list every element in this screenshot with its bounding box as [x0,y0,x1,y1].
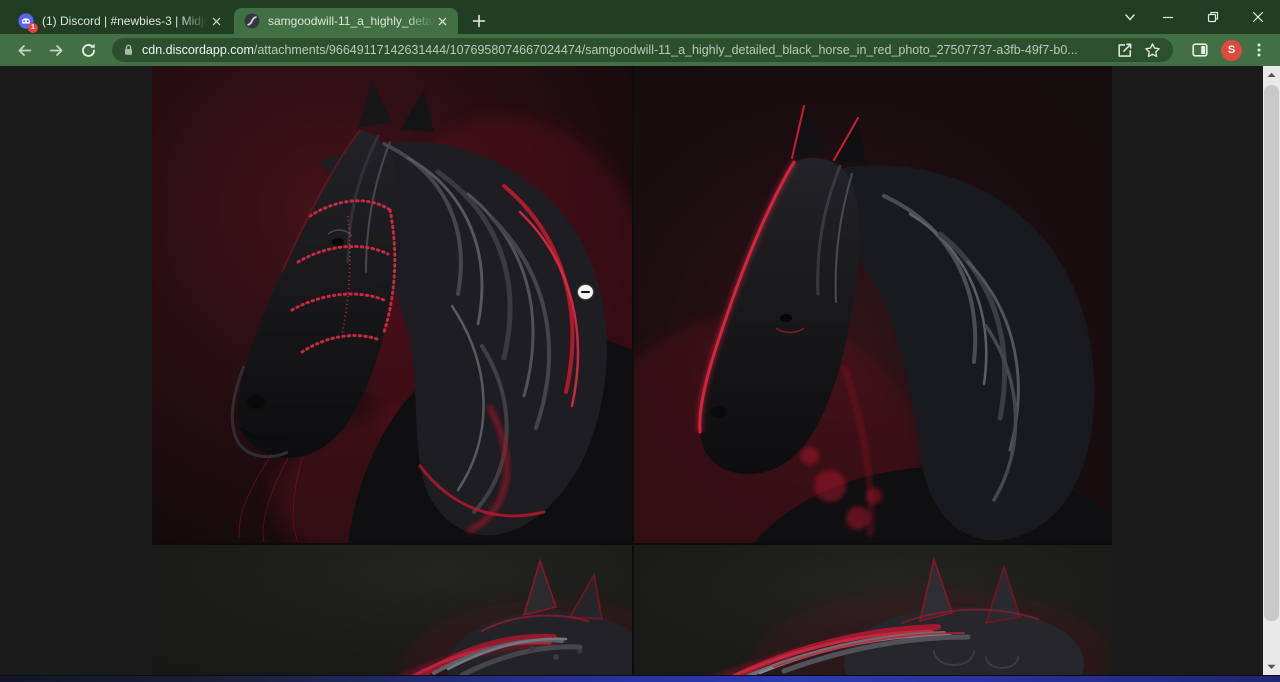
image-quadrant-bottom-right[interactable] [634,545,1112,682]
restore-button[interactable] [1190,0,1235,34]
horse-artwork-rimlit [634,66,1112,543]
taskbar-edge-strip [0,675,1280,682]
image-quadrant-bottom-left[interactable] [152,545,632,682]
scrollbar-thumb[interactable] [1264,85,1279,621]
close-window-button[interactable] [1235,0,1280,34]
forward-button[interactable] [42,36,70,64]
profile-avatar[interactable]: S [1221,40,1242,61]
tab-search-chevron-icon[interactable] [1118,9,1142,25]
scroll-up-button[interactable] [1263,66,1280,83]
horse-artwork-braided-right [634,545,1112,682]
share-icon[interactable] [1113,39,1135,61]
reload-button[interactable] [74,36,102,64]
browser-toolbar: cdn.discordapp.com/attachments/966491171… [0,34,1280,66]
vertical-scrollbar[interactable] [1263,66,1280,675]
bookmark-star-icon[interactable] [1141,39,1163,61]
minimize-button[interactable] [1145,0,1190,34]
tab-title: samgoodwill-11_a_highly_detaile [268,13,434,29]
notification-badge: 1 [28,23,38,33]
new-tab-button[interactable] [466,9,492,33]
scroll-down-button[interactable] [1263,658,1280,675]
tab-image[interactable]: samgoodwill-11_a_highly_detaile [234,8,458,34]
title-fade [180,13,208,29]
tab-discord[interactable]: 1 (1) Discord | #newbies-3 | Midjou [8,8,232,34]
image-quadrant-top-left[interactable] [152,66,632,543]
back-button[interactable] [10,36,38,64]
zoom-out-cursor-icon [577,284,594,300]
tab-title: (1) Discord | #newbies-3 | Midjou [42,13,208,29]
image-quadrant-top-right[interactable] [634,66,1112,543]
horse-artwork-bridled [152,66,632,543]
page-content [0,66,1280,682]
minus-glyph [581,291,590,293]
horse-image-grid [152,66,1112,682]
globe-favicon-icon [244,13,260,29]
address-bar[interactable]: cdn.discordapp.com/attachments/966491171… [112,38,1173,62]
horse-artwork-braided-left [152,545,632,682]
title-fade [406,13,434,29]
tab-strip: 1 (1) Discord | #newbies-3 | Midjou samg… [0,0,1280,34]
close-tab-icon[interactable] [434,13,450,29]
close-tab-icon[interactable] [208,13,224,29]
discord-favicon-icon: 1 [18,13,34,29]
url-text: cdn.discordapp.com/attachments/966491171… [142,43,1107,57]
toolbar-right: S [1183,37,1272,63]
browser-window: 1 (1) Discord | #newbies-3 | Midjou samg… [0,0,1280,682]
lock-icon[interactable] [122,43,135,57]
side-panel-icon[interactable] [1187,37,1213,63]
kebab-menu-icon[interactable] [1246,37,1272,63]
window-controls [1145,0,1280,34]
